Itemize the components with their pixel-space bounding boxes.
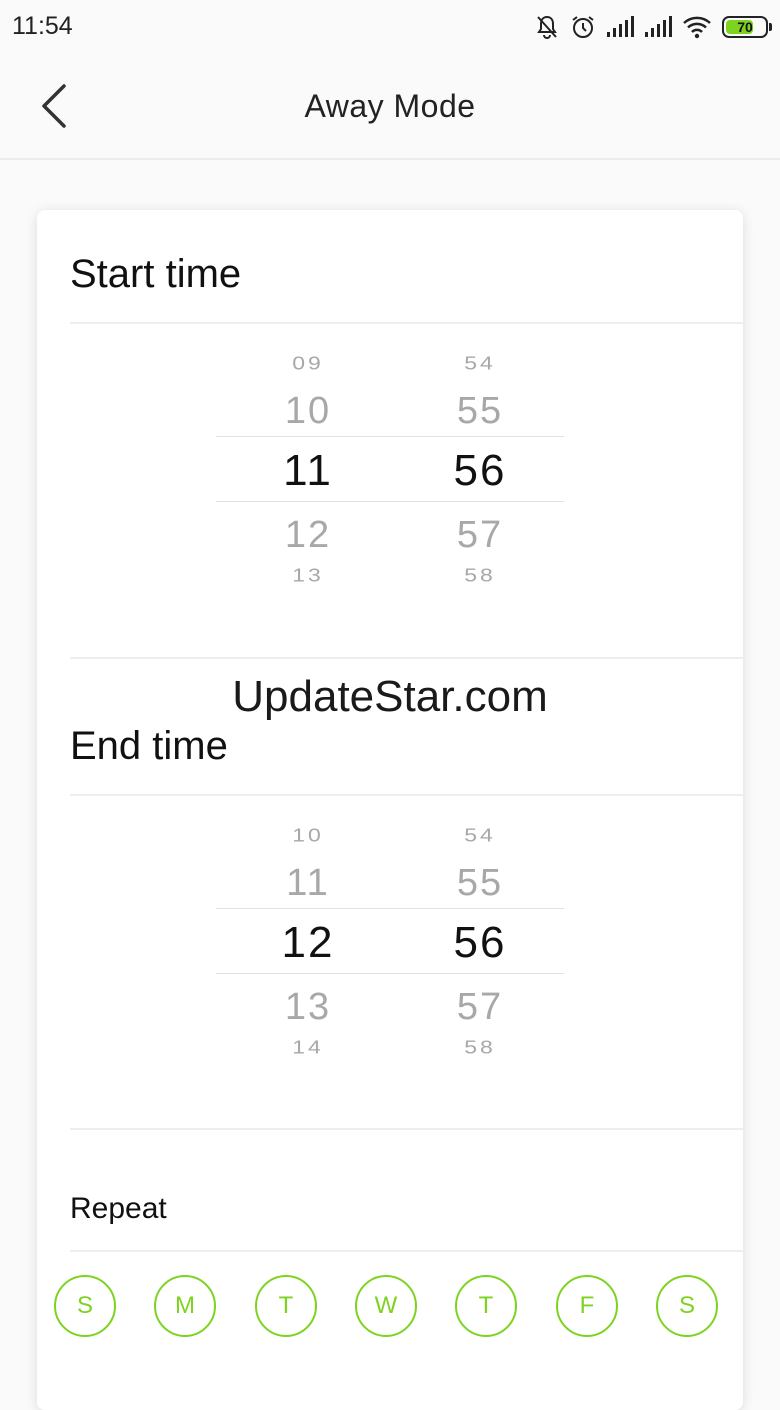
alarm-icon — [572, 16, 594, 38]
end-time-label: End time — [70, 724, 228, 768]
battery-icon: 70 — [722, 16, 772, 38]
picker-value: 14 — [292, 1036, 324, 1058]
picker-value: 57 — [456, 986, 504, 1028]
signal-icon — [645, 16, 672, 37]
picker-value: 12 — [284, 514, 332, 556]
selected-minute: 56 — [453, 918, 507, 967]
picker-value: 10 — [284, 390, 332, 432]
divider — [70, 657, 743, 659]
picker-value: 10 — [292, 824, 324, 846]
day-wednesday[interactable]: W — [355, 1275, 417, 1337]
day-saturday[interactable]: S — [656, 1275, 718, 1337]
watermark-text: UpdateStar.com — [232, 672, 548, 721]
picker-value: 09 — [292, 352, 324, 374]
end-time-picker[interactable]: 10 11 12 13 14 54 55 56 57 58 — [216, 822, 564, 1082]
day-monday[interactable]: M — [154, 1275, 216, 1337]
start-time-picker[interactable]: 09 10 11 12 13 54 55 56 57 58 — [216, 350, 564, 610]
picker-value: 13 — [292, 564, 324, 586]
picker-value: 58 — [464, 564, 496, 586]
status-bar: 11:54 70 — [0, 0, 780, 56]
selected-hour: 12 — [281, 918, 335, 967]
picker-value: 55 — [456, 862, 504, 904]
picker-selection-line — [216, 908, 564, 909]
repeat-label: Repeat — [70, 1192, 167, 1225]
picker-selection-line — [216, 436, 564, 437]
divider — [70, 1250, 743, 1252]
picker-value: 11 — [286, 862, 330, 904]
divider — [70, 322, 743, 324]
selected-hour: 11 — [283, 446, 333, 495]
repeat-days: S M T W T F S — [54, 1275, 722, 1341]
start-time-label: Start time — [70, 252, 242, 296]
selected-minute: 56 — [453, 446, 507, 495]
picker-value: 13 — [284, 986, 332, 1028]
day-sunday[interactable]: S — [54, 1275, 116, 1337]
wifi-icon — [683, 16, 711, 39]
picker-value: 57 — [456, 514, 504, 556]
day-tuesday[interactable]: T — [255, 1275, 317, 1337]
picker-value: 55 — [456, 390, 504, 432]
battery-level: 70 — [737, 19, 753, 35]
notifications-off-icon — [537, 15, 557, 39]
signal-icon — [607, 16, 634, 37]
divider — [70, 1128, 743, 1130]
picker-value: 54 — [464, 824, 496, 846]
battery-tip — [769, 23, 772, 31]
app-header: Away Mode — [0, 56, 780, 160]
day-friday[interactable]: F — [556, 1275, 618, 1337]
status-icons: 70 — [534, 13, 772, 41]
page-title: Away Mode — [304, 88, 476, 124]
picker-value: 54 — [464, 352, 496, 374]
picker-selection-line — [216, 501, 564, 502]
day-thursday[interactable]: T — [455, 1275, 517, 1337]
picker-selection-line — [216, 973, 564, 974]
status-time: 11:54 — [12, 12, 73, 40]
picker-value: 58 — [464, 1036, 496, 1058]
divider — [70, 794, 743, 796]
schedule-card: Start time 09 10 11 12 13 54 55 56 57 58… — [37, 210, 743, 1410]
